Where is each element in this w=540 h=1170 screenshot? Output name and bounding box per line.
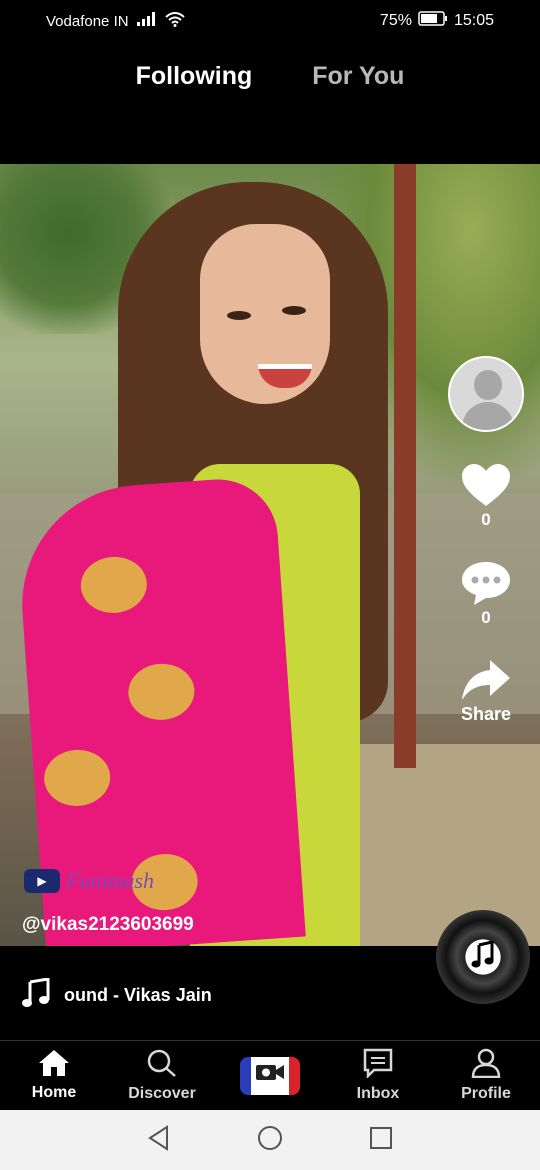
avatar-placeholder-body xyxy=(462,402,514,430)
nav-create[interactable] xyxy=(220,1056,320,1095)
nav-inbox[interactable]: Inbox xyxy=(328,1048,428,1103)
battery-icon xyxy=(418,11,448,31)
wifi-icon xyxy=(164,11,185,31)
share-label: Share xyxy=(460,704,512,724)
sound-info[interactable]: ound - Vikas Jain xyxy=(22,977,212,1013)
nav-inbox-label: Inbox xyxy=(356,1085,400,1102)
comment-button[interactable]: 0 xyxy=(460,560,512,628)
carrier-label: Vodafone IN xyxy=(46,12,129,30)
search-icon xyxy=(146,1048,178,1085)
nav-discover[interactable]: Discover xyxy=(112,1048,212,1103)
nav-discover-label: Discover xyxy=(128,1085,196,1102)
camera-icon xyxy=(255,1062,285,1089)
sound-disc[interactable] xyxy=(436,910,530,1004)
home-circle-icon[interactable] xyxy=(257,1125,283,1156)
comment-count: 0 xyxy=(481,608,491,627)
comment-icon xyxy=(460,560,512,606)
watermark-logo-icon: ▶ xyxy=(24,869,60,893)
video-author-username[interactable]: @vikas2123603699 xyxy=(22,914,194,936)
music-note-icon xyxy=(470,939,496,974)
create-video-button[interactable] xyxy=(240,1056,300,1095)
author-avatar[interactable] xyxy=(448,356,524,432)
like-button[interactable]: 0 xyxy=(460,462,512,530)
home-icon xyxy=(38,1049,70,1084)
sound-title: ound - Vikas Jain xyxy=(64,985,212,1005)
dupatta-motif xyxy=(42,747,113,809)
inbox-icon xyxy=(362,1048,394,1085)
recents-icon[interactable] xyxy=(369,1126,393,1155)
bottom-navigation: Home Discover Inbox Profile xyxy=(0,1040,540,1110)
battery-percent: 75% xyxy=(379,12,412,29)
side-actions: 0 0 Share xyxy=(446,356,526,725)
music-note-icon xyxy=(22,977,50,1013)
avatar-placeholder-head xyxy=(474,370,502,400)
tab-for-you[interactable]: For You xyxy=(312,62,404,112)
like-count: 0 xyxy=(481,510,491,529)
heart-icon xyxy=(460,462,512,508)
nav-profile-label: Profile xyxy=(461,1085,511,1102)
signal-icon xyxy=(136,12,157,30)
person-eye-left xyxy=(227,311,251,320)
feed-tabs: Following For You xyxy=(0,62,540,112)
status-left: Vodafone IN xyxy=(46,11,185,31)
background-pole xyxy=(394,164,416,768)
nav-profile[interactable]: Profile xyxy=(436,1048,536,1103)
watermark-text: Funimash xyxy=(66,868,154,893)
dupatta-motif xyxy=(126,661,197,723)
dupatta-motif xyxy=(78,554,149,616)
back-icon[interactable] xyxy=(147,1124,171,1156)
app-watermark: ▶ Funimash xyxy=(24,866,154,896)
share-icon xyxy=(460,658,512,702)
status-bar: Vodafone IN 75% 15:05 xyxy=(0,0,540,42)
share-button[interactable]: Share xyxy=(460,658,512,725)
status-right: 75% 15:05 xyxy=(380,11,494,31)
tab-following[interactable]: Following xyxy=(136,62,253,112)
nav-home[interactable]: Home xyxy=(4,1049,104,1102)
system-navigation xyxy=(0,1110,540,1170)
clock: 15:05 xyxy=(453,12,494,29)
profile-icon xyxy=(470,1048,502,1085)
person-eye-right xyxy=(282,306,306,315)
nav-home-label: Home xyxy=(31,1084,77,1101)
